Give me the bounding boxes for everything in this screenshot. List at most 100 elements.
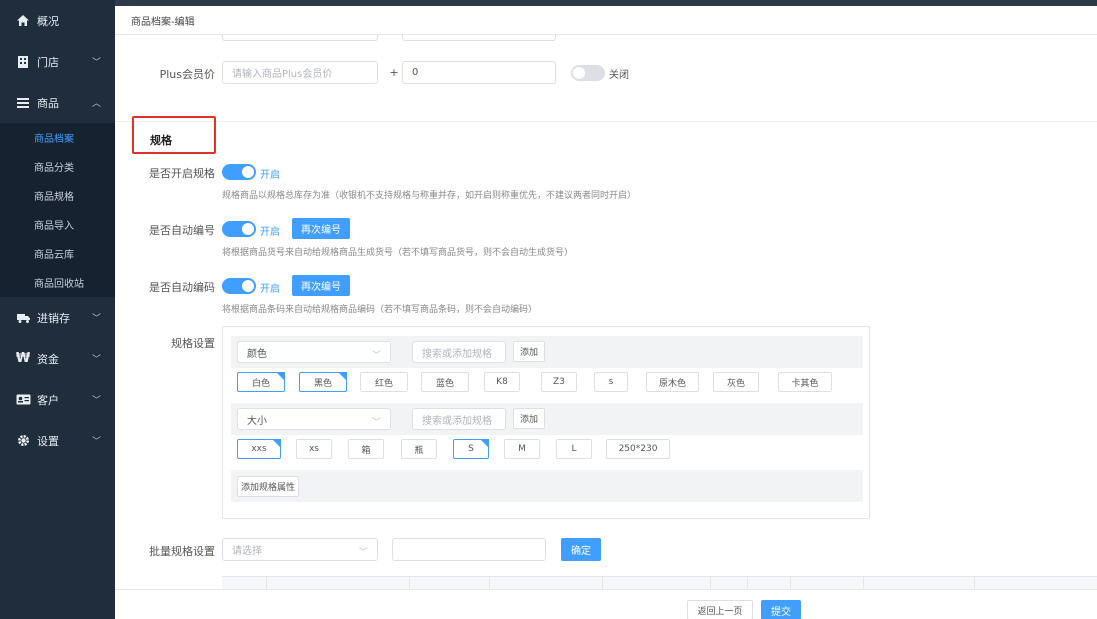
sub-item-goods-recycle[interactable]: 商品回收站 <box>0 268 115 297</box>
spec-value-chip[interactable]: 250*230 <box>606 439 670 459</box>
chevron-down-icon: ﹀ <box>91 396 101 406</box>
spec-value-chip[interactable]: M <box>504 439 540 459</box>
store-icon <box>14 54 32 70</box>
spec-value-chip[interactable]: S <box>453 439 489 459</box>
spec-table-header <box>222 576 1097 589</box>
spec-search-input[interactable]: 搜索或添加规格 <box>412 341 506 363</box>
spec-group-select[interactable]: 颜色 ﹀ <box>237 341 391 363</box>
spec-value-chip[interactable]: xs <box>296 439 332 459</box>
spec-enable-hint: 规格商品以规格总库存为准（收银机不支持规格与称重并存，如开启则称重优先，不建议两… <box>222 191 637 201</box>
nav-label: 设置 <box>37 434 59 448</box>
recode-button[interactable]: 再次编号 <box>292 275 350 296</box>
table-col-divider <box>747 577 748 589</box>
auto-code-hint: 将根据商品条码来自动给规格商品编码（若不填写商品条码，则不会自动编码） <box>222 305 538 315</box>
nav-overview[interactable]: 概况 <box>0 0 115 41</box>
spec-value-chip[interactable]: 灰色 <box>713 372 759 392</box>
auto-number-toggle[interactable] <box>222 221 256 237</box>
spec-group-name: 颜色 <box>247 348 267 360</box>
toggle-knob <box>242 280 254 292</box>
sub-item-goods-import[interactable]: 商品导入 <box>0 210 115 239</box>
chevron-down-icon: ﹀ <box>91 355 101 365</box>
plus-toggle[interactable] <box>571 65 605 81</box>
chevron-down-icon: ﹀ <box>358 548 368 558</box>
chevron-down-icon: ﹀ <box>371 418 381 428</box>
sub-item-goods-archive[interactable]: 商品档案 <box>0 123 115 152</box>
batch-spec-label: 批量规格设置 <box>149 545 215 558</box>
spec-value-chip[interactable]: s <box>594 372 628 392</box>
add-spec-attr-button[interactable]: 添加规格属性 <box>237 476 299 497</box>
sub-item-goods-spec[interactable]: 商品规格 <box>0 181 115 210</box>
spec-enable-label: 是否开启规格 <box>149 167 215 180</box>
spec-add-bar <box>231 470 863 502</box>
id-card-icon <box>14 392 32 408</box>
spec-value-chip[interactable]: L <box>556 439 592 459</box>
plus-price-label: Plus会员价 <box>159 68 215 81</box>
main-content: Plus会员价 请输入商品Plus会员价 + 0 关闭 规格 是否开启规格 开启… <box>115 35 1097 589</box>
chevron-down-icon: ﹀ <box>91 437 101 447</box>
spec-group-name: 大小 <box>247 415 267 427</box>
nav-label: 客户 <box>37 393 59 407</box>
toggle-knob <box>573 67 585 79</box>
spec-value-chip[interactable]: 黑色 <box>299 372 347 392</box>
auto-code-label: 是否自动编码 <box>149 281 215 294</box>
truck-icon <box>14 310 32 326</box>
spec-search-input[interactable]: 搜索或添加规格 <box>412 408 506 430</box>
batch-confirm-button[interactable]: 确定 <box>561 538 601 561</box>
spec-value-chip[interactable]: 瓶 <box>401 439 437 459</box>
spec-settings-panel: 颜色 ﹀ 搜索或添加规格 添加 白色 黑色 红色 蓝色 K8 Z3 s 原木色 … <box>222 326 870 519</box>
spec-value-chip[interactable]: 箱 <box>348 439 384 459</box>
currency-icon: ₩ <box>15 351 31 366</box>
table-col-divider <box>974 577 975 589</box>
spec-settings-label: 规格设置 <box>171 337 215 350</box>
spec-value-chip[interactable]: 红色 <box>360 372 408 392</box>
sidebar: 概况 门店 ﹀ 商品 ︿ 商品档案 商品分类 商品规格 商品导入 商品云库 商品… <box>0 0 115 619</box>
chevron-down-icon: ﹀ <box>91 314 101 324</box>
spec-value-chip[interactable]: Z3 <box>541 372 577 392</box>
spec-add-button[interactable]: 添加 <box>513 341 545 362</box>
spec-group-select[interactable]: 大小 ﹀ <box>237 408 391 430</box>
plus-toggle-text: 关闭 <box>609 70 629 81</box>
batch-spec-select[interactable]: 请选择 ﹀ <box>222 538 378 561</box>
table-col-divider <box>409 577 410 589</box>
spec-value-chip[interactable]: 卡其色 <box>778 372 832 392</box>
batch-spec-input[interactable] <box>392 538 546 561</box>
table-col-divider <box>790 577 791 589</box>
back-button[interactable]: 返回上一页 <box>687 600 753 619</box>
scrolled-input[interactable] <box>402 35 556 41</box>
scrolled-input[interactable] <box>222 35 378 41</box>
section-divider <box>115 121 1097 122</box>
spec-value-chip[interactable]: 原木色 <box>646 372 699 392</box>
auto-number-toggle-text: 开启 <box>260 227 280 238</box>
chevron-down-icon: ﹀ <box>371 351 381 361</box>
sub-item-goods-category[interactable]: 商品分类 <box>0 152 115 181</box>
spec-enable-toggle-text: 开启 <box>260 170 280 181</box>
highlight-box <box>132 116 216 154</box>
spec-add-button[interactable]: 添加 <box>513 408 545 429</box>
plus-price-input[interactable]: 请输入商品Plus会员价 <box>222 61 378 84</box>
renumber-button[interactable]: 再次编号 <box>292 218 350 239</box>
spec-section-title: 规格 <box>150 134 172 147</box>
nav-settings[interactable]: 设置 ﹀ <box>0 420 115 461</box>
auto-number-label: 是否自动编号 <box>149 224 215 237</box>
chevron-down-icon: ﹀ <box>91 58 101 68</box>
nav-customer[interactable]: 客户 ﹀ <box>0 379 115 420</box>
spec-value-chip[interactable]: xxs <box>237 439 281 459</box>
nav-goods[interactable]: 商品 ︿ <box>0 82 115 123</box>
table-col-divider <box>602 577 603 589</box>
batch-spec-placeholder: 请选择 <box>232 546 262 557</box>
breadcrumb: 商品档案-编辑 <box>115 6 1097 35</box>
spec-value-chip[interactable]: K8 <box>484 372 520 392</box>
spec-value-chip[interactable]: 白色 <box>237 372 285 392</box>
nav-inventory[interactable]: 进销存 ﹀ <box>0 297 115 338</box>
nav-store[interactable]: 门店 ﹀ <box>0 41 115 82</box>
nav-label: 门店 <box>37 55 59 69</box>
spec-value-chip[interactable]: 蓝色 <box>421 372 469 392</box>
sub-item-goods-cloud[interactable]: 商品云库 <box>0 239 115 268</box>
nav-label: 资金 <box>37 352 59 366</box>
submit-button[interactable]: 提交 <box>761 600 801 619</box>
chevron-up-icon: ︿ <box>91 99 101 109</box>
nav-funds[interactable]: ₩ 资金 ﹀ <box>0 338 115 379</box>
plus-extra-input[interactable]: 0 <box>402 61 556 84</box>
spec-enable-toggle[interactable] <box>222 164 256 180</box>
auto-code-toggle[interactable] <box>222 278 256 294</box>
